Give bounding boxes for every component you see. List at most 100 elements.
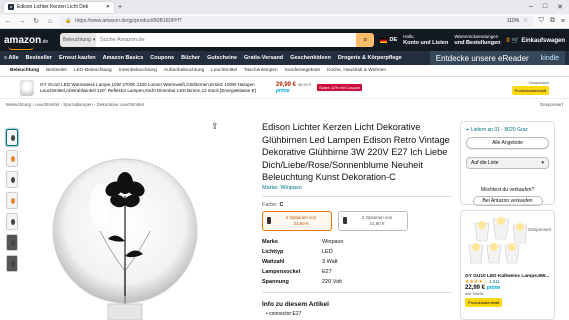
brand-link[interactable]: Marke: Winpavo [262, 185, 452, 191]
chevron-down-icon: ▾ [541, 160, 544, 166]
product-datasheet-button[interactable]: Produktdatenblatt [511, 86, 549, 95]
kindle-promo[interactable]: Entdecke unsere eReader kindle [429, 51, 565, 65]
delivery-text: Liefern an 01 - 8020 Graz [470, 127, 528, 133]
bookmark-star-icon[interactable]: ☆ [523, 18, 527, 24]
nav-item[interactable]: Bücher [181, 55, 200, 61]
subnav-item[interactable]: Taschenlampen [244, 68, 278, 73]
nav-item[interactable]: Drogerie & Körperpflege [338, 55, 402, 61]
color-option[interactable]: 2 Optionen von 21,80 € [338, 210, 408, 231]
search-category-select[interactable]: Beleuchtung ▾ [60, 33, 96, 47]
thumbnail[interactable] [6, 150, 18, 167]
thumbnail[interactable] [6, 171, 18, 188]
menu-icon[interactable]: ≡ [561, 18, 565, 25]
subnav-item[interactable]: Küche, Haushalt & Wohnen [327, 68, 386, 73]
thumbnail[interactable] [6, 255, 18, 272]
color-option[interactable]: 2 Optionen von 21,80 € [262, 210, 332, 231]
subnav-item[interactable]: Leuchtmittel [211, 68, 237, 73]
shield-icon[interactable]: ⛉ [539, 17, 544, 25]
url-text: https://www.amazon.de/gp/product/B0B16DP… [75, 18, 182, 24]
subnav-item[interactable]: Sonderangebote [285, 68, 320, 73]
breadcrumb: Beleuchtung › Leuchtmittel › Speziallamp… [0, 99, 569, 109]
nav-item[interactable]: Gutscheine [207, 55, 237, 61]
all-offers-button[interactable]: Alle Angebote [466, 137, 549, 149]
bulb-icon [267, 217, 271, 224]
product-page: ⇪ Edison Lichter Kerzen Licht Dekorative… [0, 121, 569, 320]
breadcrumb-links[interactable]: Beleuchtung › Leuchtmittel › Speziallamp… [6, 102, 144, 107]
nav-item[interactable]: Coupons [150, 55, 174, 61]
browser-tab-bar: a Edison Lichter Kerzen Licht Dek ✕ + – … [0, 0, 569, 14]
close-window-icon[interactable]: ✕ [557, 3, 563, 11]
option-price: 21,80 € [369, 220, 385, 226]
search-button[interactable]: ⌕ [356, 33, 375, 47]
search-icon: ⌕ [363, 35, 368, 44]
tab-title: Edison Lichter Kerzen Licht Dek [17, 4, 89, 10]
ad-product-image[interactable] [20, 79, 34, 96]
divider [262, 291, 452, 293]
account-menu[interactable]: Hallo, Konto und Listen [403, 34, 448, 46]
nav-item[interactable]: Gratis-Versand [244, 55, 283, 61]
main-nav: ≡ Alle Bestseller Erneut kaufen Amazon B… [0, 51, 569, 65]
thumbnail[interactable] [6, 192, 18, 209]
orders-link[interactable]: Warenrücksendungen und Bestellungen [454, 34, 500, 46]
ad-price: 29,99 € [276, 81, 297, 88]
sell-on-amazon-button[interactable]: Bei Amazon verkaufen [472, 196, 543, 206]
product-datasheet-button[interactable]: Produktdatenblatt [465, 298, 503, 307]
subnav-item[interactable]: Außenbeleuchtung [164, 68, 204, 73]
nav-all-label: Alle [8, 55, 19, 61]
address-bar[interactable]: 🔒 https://www.amazon.de/gp/product/B0B16… [60, 15, 533, 27]
color-value: C [279, 201, 284, 208]
nav-item[interactable]: Geschenkideen [290, 55, 331, 61]
new-tab-icon[interactable]: + [118, 4, 122, 11]
delivery-location[interactable]: ⌖ Liefern an 01 - 8020 Graz [466, 127, 549, 133]
thumb-bulb-icon [11, 177, 15, 183]
rating-count[interactable]: 1.611 [489, 279, 500, 284]
nav-item[interactable]: Bestseller [26, 55, 52, 61]
spec-value: Winpavo [322, 238, 344, 245]
list-label: Auf die Liste [471, 160, 499, 166]
sponsored-banner[interactable]: GY GU10 LED Warmweiss Lampe,10W 2700K 11… [0, 77, 569, 99]
nav-item[interactable]: Amazon Basics [103, 55, 144, 61]
account-label: Konto und Listen [403, 40, 449, 46]
browser-tab[interactable]: a Edison Lichter Kerzen Licht Dek ✕ [4, 1, 114, 13]
subnav-item[interactable]: LED-Beleuchtung [74, 68, 112, 73]
spec-key: Wattzahl [262, 258, 285, 265]
about-heading: Info zu diesem Artikel [262, 300, 329, 308]
extensions-icon[interactable]: ⧉ [550, 17, 555, 25]
minimize-icon[interactable]: – [529, 3, 533, 11]
product-info: Edison Lichter Kerzen Licht Dekorative G… [262, 121, 452, 317]
amazon-logo[interactable]: amazon.de [4, 35, 54, 50]
cart-button[interactable]: 0 🛒 Einkaufswagen [506, 37, 565, 44]
reload-icon[interactable]: ↻ [32, 17, 40, 25]
chevron-down-icon: ▾ [92, 37, 96, 43]
search-input[interactable] [96, 33, 357, 47]
share-icon[interactable]: ⇪ [211, 121, 219, 132]
subnav-item[interactable]: Innenbeleuchtung [119, 68, 157, 73]
home-icon[interactable]: ⌂ [46, 18, 54, 25]
about-item: • connector:E27 [266, 310, 302, 317]
nav-all-button[interactable]: ≡ Alle [4, 55, 19, 61]
back-icon[interactable]: ← [4, 18, 12, 25]
sponsored-label: Gesponsert [539, 101, 563, 107]
thumbnail[interactable] [6, 234, 18, 251]
forward-icon[interactable]: → [18, 18, 26, 25]
thumbnail[interactable] [6, 213, 18, 230]
thumbnail[interactable] [6, 129, 18, 146]
close-tab-icon[interactable]: ✕ [106, 4, 110, 10]
zoom-level[interactable]: 110% [507, 18, 519, 24]
subnav-item[interactable]: Beleuchtung [10, 68, 39, 73]
ad-text[interactable]: GY GU10 LED Warmweiss Lampe,10W 2700K 11… [40, 82, 270, 94]
thumb-bulb-icon [11, 240, 15, 246]
main-product-image[interactable] [40, 121, 210, 320]
product-title: Edison Lichter Kerzen Licht Dekorative G… [262, 122, 450, 182]
subnav-item[interactable]: Bestseller [46, 68, 67, 73]
language-selector[interactable]: DE [380, 37, 397, 43]
side-ad-image[interactable] [465, 215, 535, 269]
spec-value: 220 Volt [322, 278, 342, 285]
maximize-icon[interactable]: □ [543, 3, 547, 11]
add-to-list-select[interactable]: Auf die Liste ▾ [466, 157, 549, 169]
thumb-bulb-icon [11, 156, 15, 162]
nav-item[interactable]: Erneut kaufen [59, 55, 96, 61]
sell-section: Möchtest du verkaufen? Bei Amazon verkau… [460, 183, 555, 206]
cart-icon: 🛒 [511, 37, 520, 44]
divider [262, 195, 452, 197]
